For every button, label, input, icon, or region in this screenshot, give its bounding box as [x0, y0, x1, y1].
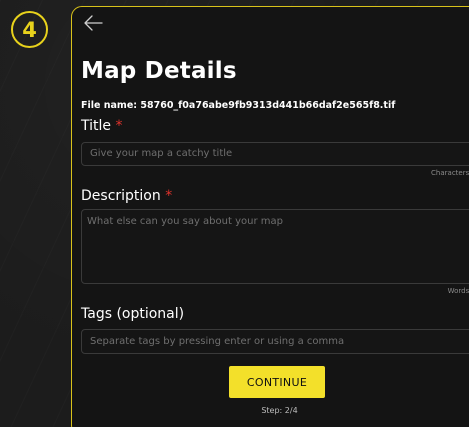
- description-textarea[interactable]: What else can you say about your map: [81, 209, 469, 284]
- tags-field-label: Tags (optional): [81, 306, 185, 322]
- description-field-label: Description *: [81, 188, 172, 204]
- title-input[interactable]: Give your map a catchy title: [81, 142, 469, 166]
- description-word-counter: Words: 0/200: [447, 287, 469, 295]
- required-marker: *: [165, 188, 173, 204]
- title-character-counter: Characters: 0/100: [431, 169, 469, 177]
- arrow-left-icon[interactable]: [83, 14, 103, 32]
- page-title: Map Details: [81, 58, 237, 84]
- file-name-text: File name: 58760_f0a76abe9fb9313d441b66d…: [81, 100, 396, 111]
- upload-wizard-screen: 4 Map Details File name: 58760_f0a76abe9…: [0, 0, 469, 427]
- arrow-left-icon-graphic: [84, 15, 103, 31]
- map-details-panel: Map Details File name: 58760_f0a76abe9fb…: [71, 6, 469, 427]
- title-field-label: Title *: [81, 118, 122, 134]
- continue-button[interactable]: CONTINUE: [229, 366, 325, 398]
- description-label-text: Description: [81, 188, 161, 204]
- title-label-text: Title: [81, 118, 112, 134]
- tags-input[interactable]: Separate tags by pressing enter or using…: [81, 329, 469, 354]
- required-marker: *: [115, 118, 123, 134]
- step-number-badge: 4: [11, 11, 48, 48]
- description-placeholder: What else can you say about your map: [87, 216, 283, 227]
- step-progress-text: Step: 2/4: [261, 406, 298, 415]
